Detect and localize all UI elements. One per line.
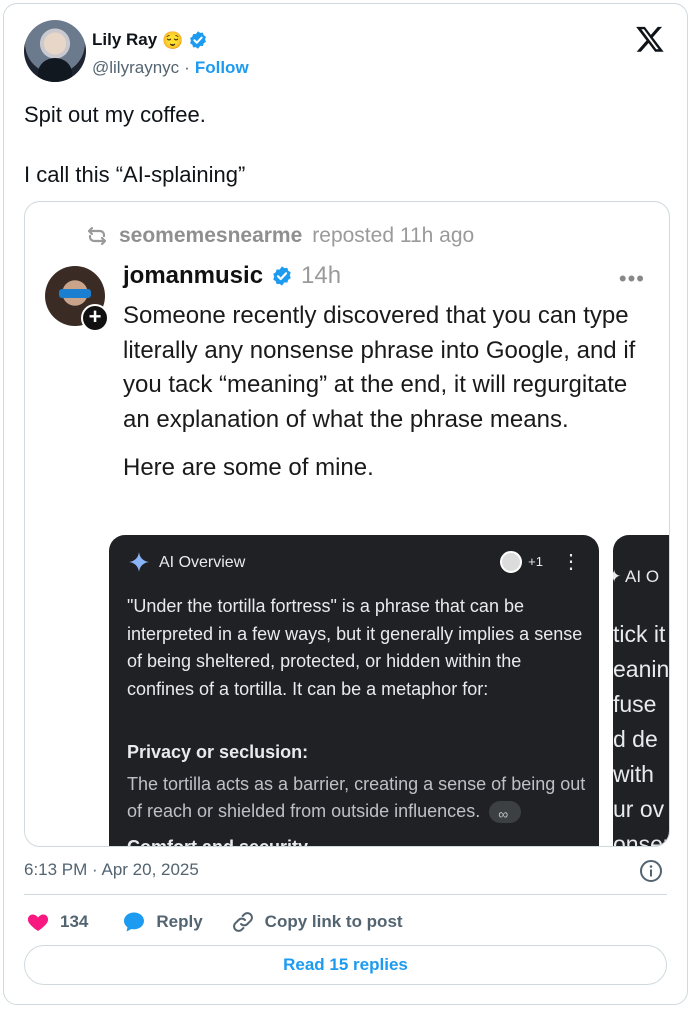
inner-post-header: jomanmusic 14h — [123, 262, 341, 290]
more-options-icon: ••• — [618, 266, 645, 291]
verified-badge-icon — [190, 31, 207, 49]
author-handle[interactable]: @lilyraynyc — [92, 58, 179, 78]
kebab-menu-icon: ⋮ — [561, 551, 581, 573]
inner-post-text: Someone recently discovered that you can… — [123, 299, 658, 486]
link-chip-icon — [489, 801, 522, 828]
ai-overview-peek-card: ✦ AI O tick it eanin fuse d de with ur o… — [613, 535, 670, 847]
tweet-card: Lily Ray 😌 @lilyraynyc · Follow Spit out… — [3, 3, 688, 1005]
reply-bubble-icon — [124, 912, 145, 932]
peek-line: with — [613, 761, 654, 787]
link-icon — [232, 912, 253, 932]
inner-verified-icon — [273, 266, 291, 286]
ai-overview-card: AI Overview +1 ⋮ "Under the tortilla for… — [109, 535, 599, 847]
author-name[interactable]: Lily Ray — [92, 30, 157, 50]
peek-line: tick it — [613, 621, 666, 647]
repost-user: seomemesnearme — [119, 224, 303, 247]
reply-button[interactable]: Reply — [122, 910, 203, 934]
footer-divider — [24, 894, 667, 895]
repost-icon — [87, 226, 107, 246]
author-avatar[interactable] — [24, 20, 86, 82]
author-emoji: 😌 — [162, 30, 184, 50]
follow-link[interactable]: Follow — [195, 58, 249, 78]
tweet-line-2: I call this “AI-splaining” — [24, 162, 246, 187]
ai-overview-header: AI Overview — [127, 551, 245, 575]
read-replies-button[interactable]: Read 15 replies — [24, 945, 667, 985]
heart-icon — [27, 914, 49, 931]
follow-plus-icon: + — [81, 304, 109, 332]
ai-overview-title: AI Overview — [159, 554, 246, 571]
action-bar: 134 Reply Copy link to post — [26, 910, 403, 934]
ai-overview-subtext: The tortilla acts as a barrier, creating… — [127, 771, 592, 828]
author-handle-row: @lilyraynyc · Follow — [92, 58, 249, 78]
ai-overview-sources: +1 ⋮ — [500, 549, 581, 574]
inner-paragraph-2: Here are some of mine. — [123, 454, 374, 481]
copy-link-button[interactable]: Copy link to post — [231, 910, 403, 934]
peek-line: eanin — [613, 656, 670, 682]
source-count: +1 — [528, 554, 543, 569]
tweet-line-1: Spit out my coffee. — [24, 102, 206, 127]
sparkle-icon — [129, 552, 149, 572]
embedded-image[interactable]: seomemesnearme reposted 11h ago + jomanm… — [24, 201, 670, 847]
inner-paragraph-1: Someone recently discovered that you can… — [123, 302, 636, 433]
ai-overview-cut-text: Comfort and security — [127, 837, 309, 847]
ai-overview-subheading: Privacy or seclusion: — [127, 742, 309, 762]
x-logo-icon[interactable] — [635, 24, 665, 54]
peek-line: d de — [613, 726, 658, 752]
repost-row: seomemesnearme reposted 11h ago — [85, 224, 474, 248]
peek-lines: tick it eanin fuse d de with ur ov onser — [613, 617, 670, 847]
inner-username: jomanmusic — [123, 262, 264, 289]
peek-line: fuse — [613, 691, 657, 717]
ai-overview-body: "Under the tortilla fortress" is a phras… — [127, 596, 583, 699]
peek-line: ur ov — [613, 796, 665, 822]
peek-line: onser — [613, 831, 670, 847]
reply-label: Reply — [156, 912, 203, 931]
peek-title: ✦ AI O — [613, 567, 660, 586]
source-favicon-icon — [500, 550, 523, 573]
tweet-text: Spit out my coffee. I call this “AI-spla… — [24, 100, 245, 190]
like-count: 134 — [60, 912, 89, 931]
post-timestamp[interactable]: 6:13 PM · Apr 20, 2025 — [24, 860, 199, 880]
copy-link-label: Copy link to post — [264, 912, 403, 931]
info-icon[interactable] — [639, 859, 663, 883]
inner-time: 14h — [301, 262, 342, 289]
like-button[interactable]: 134 — [26, 910, 88, 934]
author-name-row: Lily Ray 😌 — [92, 30, 208, 50]
handle-separator: · — [184, 58, 190, 77]
repost-label: reposted 11h ago — [312, 224, 475, 247]
